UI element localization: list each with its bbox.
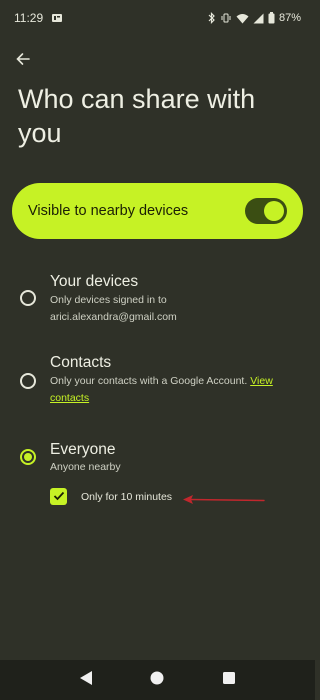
nav-recents-button[interactable] xyxy=(214,665,244,695)
option-description: Only your contacts with a Google Account… xyxy=(50,373,295,407)
option-description: Only devices signed in to arici.alexandr… xyxy=(50,294,177,323)
back-button[interactable] xyxy=(10,48,36,74)
battery-icon xyxy=(268,12,275,24)
status-bar: 11:29 87% xyxy=(0,0,315,36)
page-title: Who can share with you xyxy=(18,84,256,148)
radio-everyone[interactable] xyxy=(20,449,36,465)
radio-contacts[interactable] xyxy=(20,373,36,389)
battery-level: 87% xyxy=(278,12,301,24)
nav-back-button[interactable] xyxy=(71,665,101,695)
option-title: Contacts xyxy=(50,354,112,371)
signal-icon xyxy=(253,13,264,24)
only-10-minutes-checkbox[interactable] xyxy=(50,488,67,505)
option-title: Everyone xyxy=(50,441,116,458)
only-10-minutes-row[interactable]: Only for 10 minutes xyxy=(50,488,172,505)
option-title: Your devices xyxy=(50,273,139,290)
radio-your-devices[interactable] xyxy=(20,290,36,306)
option-contacts[interactable]: Contacts Only your contacts with a Googl… xyxy=(0,352,315,412)
wifi-icon xyxy=(236,13,249,24)
bluetooth-icon xyxy=(207,12,216,24)
option-everyone[interactable]: Everyone Anyone nearby xyxy=(0,441,315,481)
visible-to-nearby-card[interactable]: Visible to nearby devices xyxy=(12,183,303,239)
status-time: 11:29 xyxy=(14,11,44,25)
contacts-description-text: Only your contacts with a Google Account… xyxy=(50,375,248,387)
visibility-toggle[interactable] xyxy=(245,198,287,224)
nav-recents-icon xyxy=(222,671,236,690)
only-10-minutes-label: Only for 10 minutes xyxy=(81,490,173,503)
option-your-devices[interactable]: Your devices Only devices signed in to a… xyxy=(0,270,315,330)
annotation-arrow-icon xyxy=(182,493,266,512)
vibrate-icon xyxy=(220,12,232,24)
toggle-knob xyxy=(264,201,284,221)
notification-icon xyxy=(51,12,63,24)
check-icon xyxy=(53,488,65,506)
arrow-back-icon xyxy=(15,51,31,72)
option-description: Anyone nearby xyxy=(50,461,121,473)
visible-to-nearby-label: Visible to nearby devices xyxy=(28,203,189,219)
nav-home-button[interactable] xyxy=(142,665,172,695)
nav-back-icon xyxy=(79,670,93,691)
nav-home-icon xyxy=(149,670,165,691)
navigation-bar xyxy=(0,660,315,700)
